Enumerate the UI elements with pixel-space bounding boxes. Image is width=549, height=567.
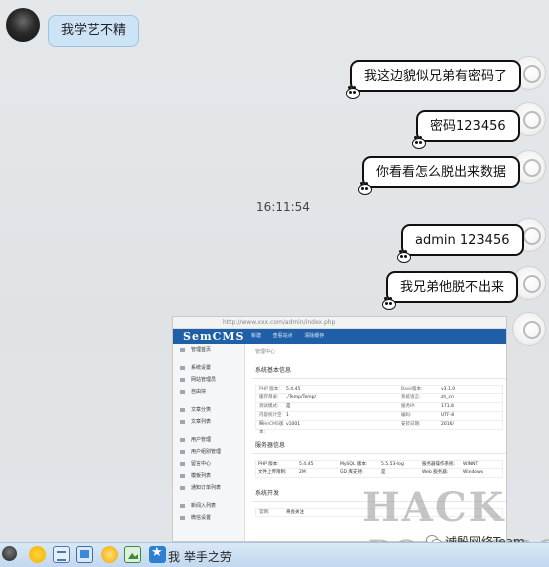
table-cell: 5.4.45 bbox=[286, 387, 301, 392]
table-cell: 2016/ bbox=[441, 422, 454, 427]
sidebar-item: 文章分类 bbox=[173, 404, 244, 416]
table-cell: Base版本: bbox=[401, 387, 423, 392]
self-avatar[interactable] bbox=[512, 312, 546, 346]
table-row: SemCMS版本: v1001 安装日期: 2016/ bbox=[255, 421, 503, 435]
table-cell: SemCMS版本: bbox=[259, 422, 284, 435]
section-title: 服务器信息 bbox=[251, 436, 506, 454]
table-row: PHP 版本: 5.4.45 Base版本: v3.1.0 bbox=[255, 385, 503, 394]
sticker-icon[interactable] bbox=[101, 546, 118, 563]
top-link-clear-cache: 清除缓存 bbox=[304, 333, 325, 339]
table-cell: 官网: bbox=[259, 510, 270, 515]
chat-window: 我学艺不精 我这边貌似兄弟有密码了 密码123456 你看看怎么脱出来数据 16… bbox=[0, 0, 549, 567]
table-cell: 5.4.45 bbox=[299, 462, 314, 467]
sidebar-item: 系统设置 bbox=[173, 362, 244, 374]
table-cell: 安装日期: bbox=[401, 422, 421, 427]
message-bubble-left: 我学艺不精 bbox=[48, 15, 140, 47]
server-info-table: PHP 版本: 5.4.45 MySQL 版本: 5.5.53-log 服务器操作系统:… bbox=[255, 460, 503, 478]
breadcrumb: 管理中心 bbox=[255, 349, 276, 355]
table-cell: PHP 版本: bbox=[259, 387, 280, 392]
user-avatar-small[interactable] bbox=[2, 546, 17, 561]
top-link-view-site: 查看站点 bbox=[272, 333, 293, 339]
input-toolbar: 我 举手之劳 bbox=[0, 542, 549, 567]
browser-url-bar: http://www.xxx.com/admin/index.php bbox=[173, 317, 506, 329]
table-row: PHP 版本: 5.4.45 MySQL 版本: 5.5.53-log 服务器操作系统:… bbox=[255, 460, 503, 469]
table-cell: ./Temp/Temp/ bbox=[286, 395, 316, 400]
cms-logo: SemCMS bbox=[183, 330, 245, 343]
table-cell: v1001 bbox=[286, 422, 301, 427]
table-cell: PHP 版本: bbox=[258, 462, 279, 467]
emoji-icon[interactable] bbox=[29, 546, 46, 563]
table-row: 内容统计空间: 1 编码: UTF-8 bbox=[255, 412, 503, 426]
sidebar-item: 留言中心 bbox=[173, 458, 244, 470]
sidebar-item: 微信设置 bbox=[173, 512, 244, 524]
table-cell: 调试模式: bbox=[259, 404, 279, 409]
watermark-hack: HACK bbox=[362, 484, 506, 531]
file-icon[interactable] bbox=[53, 546, 70, 563]
message-bubble-right: 你看看怎么脱出来数据 bbox=[362, 156, 521, 188]
admin-sidebar: 管理首页 系统设置 网站管理员 自由块 文章分类 文章列表 用户管理 用户组别管… bbox=[173, 344, 245, 541]
table-cell: 缓存目录: bbox=[259, 395, 279, 400]
sidebar-item: 新闻入列表 bbox=[173, 500, 244, 512]
section-title: 系统基本信息 bbox=[251, 361, 506, 379]
table-cell: 服务IP: bbox=[401, 404, 416, 409]
input-preview-text[interactable]: 我 举手之劳 bbox=[168, 548, 232, 565]
sidebar-item: 网站管理员 bbox=[173, 374, 244, 386]
table-cell: Web 服务器: bbox=[422, 470, 449, 475]
table-cell: 2M bbox=[299, 470, 306, 475]
table-cell: 内容统计空间: bbox=[259, 413, 282, 426]
contact-avatar[interactable] bbox=[6, 8, 40, 42]
message-timestamp: 16:11:54 bbox=[256, 200, 310, 214]
basic-info-table: PHP 版本: 5.4.45 Base版本: v3.1.0 缓存目录: ./Temp/T… bbox=[255, 385, 503, 435]
sidebar-item: 模板列表 bbox=[173, 470, 244, 482]
table-cell: UTF-8 bbox=[441, 413, 455, 418]
message-bubble-right: admin 123456 bbox=[401, 224, 524, 256]
image-icon[interactable] bbox=[124, 546, 141, 563]
panda-icon bbox=[397, 250, 411, 263]
admin-top-links: 新建 查看站点 清除缓存 bbox=[251, 329, 334, 344]
table-row: 缓存目录: ./Temp/Temp/系统语言: zh_cn bbox=[255, 394, 503, 403]
top-link-new: 新建 bbox=[251, 333, 262, 339]
table-cell: MySQL 版本: bbox=[340, 462, 368, 467]
table-cell: 编码: bbox=[401, 413, 412, 418]
table-cell: 系统语言: bbox=[401, 395, 421, 400]
message-bubble-right: 我兄弟他脱不出来 bbox=[386, 271, 519, 303]
table-cell: 5.5.53-log bbox=[381, 462, 404, 467]
panda-icon bbox=[346, 86, 360, 99]
table-cell: 是 bbox=[286, 404, 291, 409]
table-row: 文件上传限制: 2M GD 库支持: 是 Web 服务器: Windows bbox=[255, 469, 503, 478]
table-cell: 1 bbox=[286, 413, 289, 418]
table-cell: Windows bbox=[463, 470, 484, 475]
panda-icon bbox=[358, 182, 372, 195]
table-cell: v3.1.0 bbox=[441, 387, 456, 392]
table-cell: 171.8 bbox=[441, 404, 454, 409]
message-bubble-right: 密码123456 bbox=[416, 110, 520, 142]
table-row: 调试模式: 是 服务IP: 171.8 bbox=[255, 403, 503, 412]
panda-icon bbox=[382, 297, 396, 310]
table-cell: GD 库支持: bbox=[340, 470, 364, 475]
table-cell: WINNT bbox=[463, 462, 479, 467]
sidebar-item: 用户管理 bbox=[173, 434, 244, 446]
table-cell: 服务器操作系统: bbox=[422, 462, 456, 467]
sidebar-item: 管理首页 bbox=[173, 344, 244, 356]
sidebar-item: 文章列表 bbox=[173, 416, 244, 428]
table-cell: 文件上传限制: bbox=[258, 470, 287, 475]
screenshot-icon[interactable] bbox=[76, 546, 93, 563]
table-cell: zh_cn bbox=[441, 395, 454, 400]
sidebar-item: 自由块 bbox=[173, 386, 244, 398]
favorite-star-icon[interactable] bbox=[149, 545, 166, 563]
message-bubble-right: 我这边貌似兄弟有密码了 bbox=[350, 60, 522, 92]
panda-icon bbox=[412, 136, 426, 149]
sidebar-item: 通知订单列表 bbox=[173, 482, 244, 494]
table-cell: 是 bbox=[381, 470, 386, 475]
sidebar-item: 用户组别管理 bbox=[173, 446, 244, 458]
